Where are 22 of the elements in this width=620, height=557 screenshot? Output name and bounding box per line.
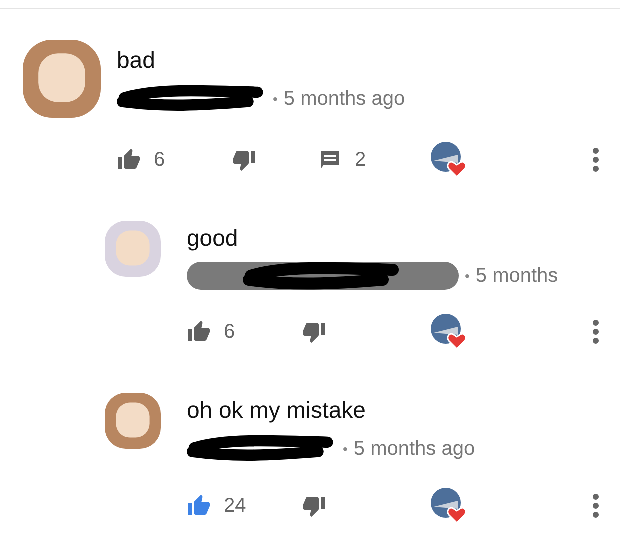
thumbs-down-icon[interactable] xyxy=(302,320,326,344)
thumbs-up-icon[interactable] xyxy=(187,320,211,344)
like-count: 24 xyxy=(224,494,246,518)
comment-text: good xyxy=(187,224,240,252)
timestamp: 5 months ago xyxy=(354,438,476,460)
thumbs-down-icon[interactable] xyxy=(302,494,326,518)
thumbs-up-icon[interactable] xyxy=(187,494,211,518)
thumbs-down-icon[interactable] xyxy=(232,148,256,172)
reply-count: 2 xyxy=(355,148,366,172)
separator-dot: • xyxy=(273,91,278,107)
more-menu-icon[interactable] xyxy=(592,319,600,345)
separator-dot: • xyxy=(465,268,470,284)
separator-dot: • xyxy=(343,441,348,457)
like-count: 6 xyxy=(154,148,166,172)
like-count: 6 xyxy=(224,320,236,344)
timestamp: 5 months ago xyxy=(284,88,406,110)
more-menu-icon[interactable] xyxy=(592,147,600,173)
comment-text: oh ok my mistake xyxy=(187,396,367,424)
more-menu-icon[interactable] xyxy=(592,493,600,519)
thumbs-up-icon[interactable] xyxy=(117,148,141,172)
comment-text: bad xyxy=(117,46,156,74)
timestamp: 5 months xyxy=(476,264,558,288)
